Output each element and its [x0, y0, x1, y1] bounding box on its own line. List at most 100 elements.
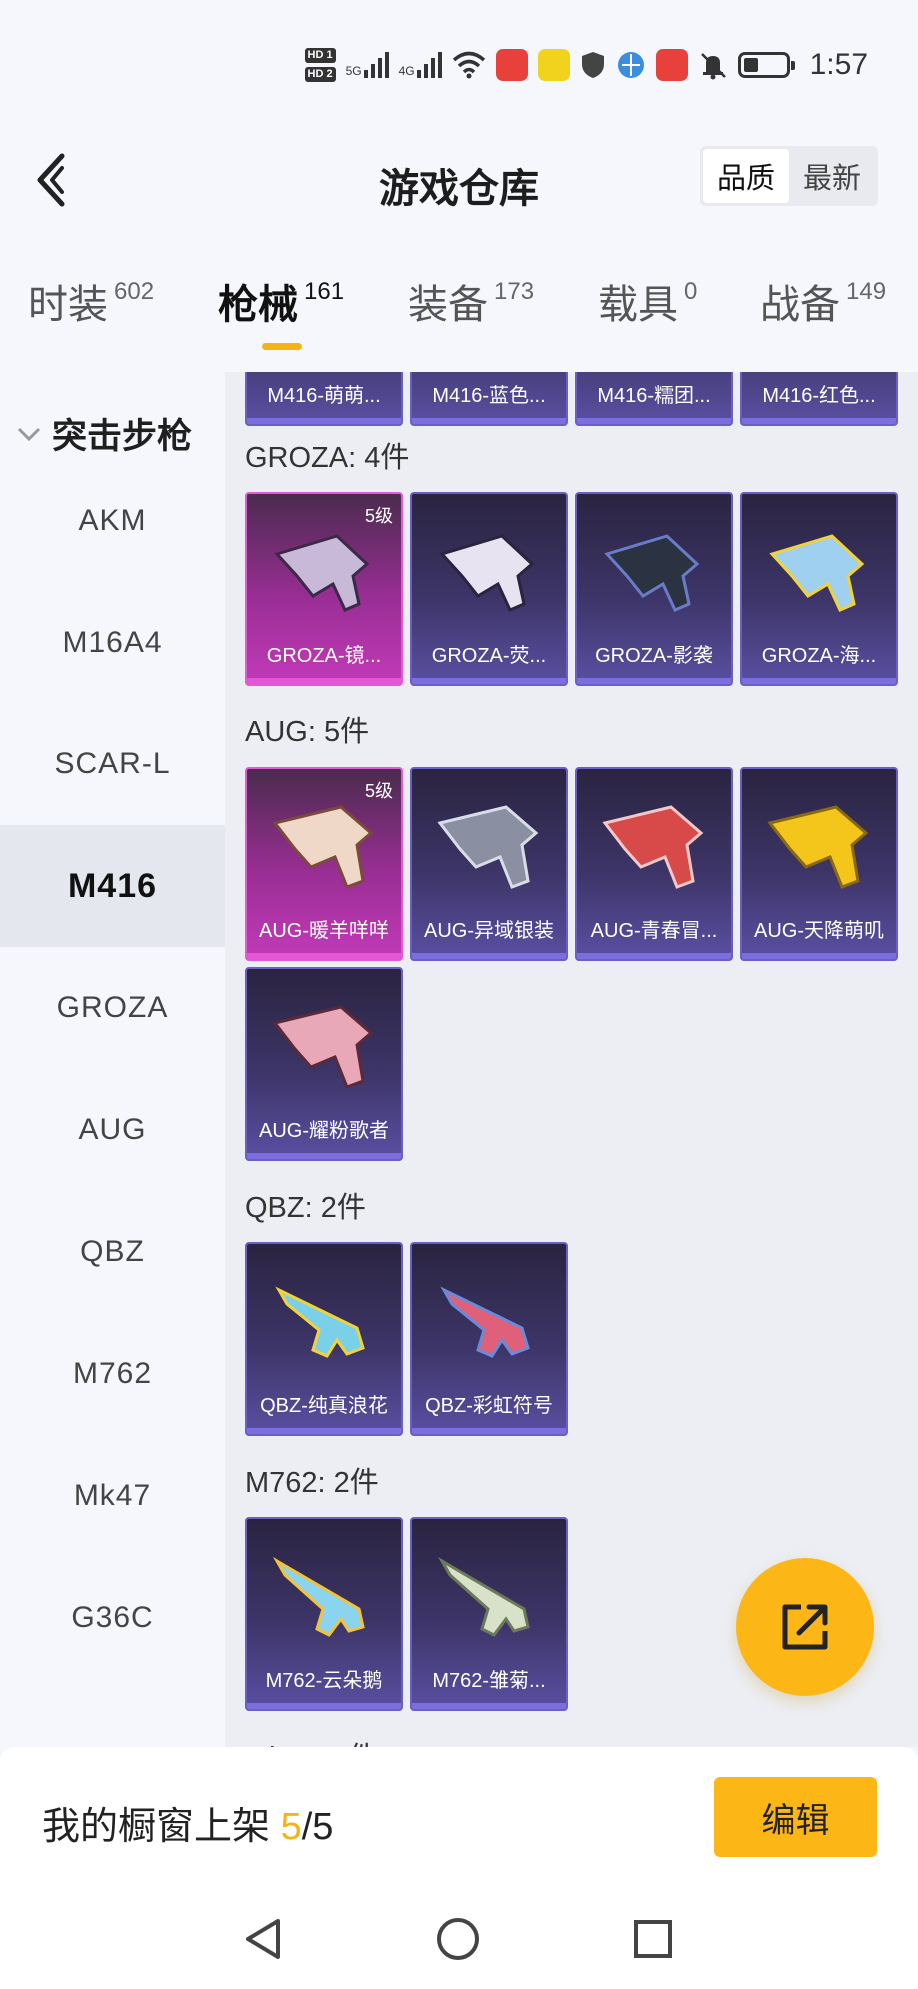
sidebar-item-akm[interactable]: AKM: [0, 460, 225, 582]
card-label: GROZA-镜...: [266, 645, 382, 667]
card-label: M416-红色...: [762, 385, 876, 407]
weapon-card[interactable]: AUG-天降萌叽: [740, 767, 898, 961]
tab-supplies[interactable]: 战备 149: [760, 278, 886, 330]
status-icons: HD 1 HD 2 5G 4G 1:57: [304, 38, 868, 92]
sidebar-item-m762[interactable]: M762: [0, 1313, 225, 1435]
weapon-card[interactable]: AUG-耀粉歌者: [245, 967, 403, 1161]
nav-recents-button[interactable]: [623, 1909, 683, 1969]
weapon-card[interactable]: M416-红色...: [740, 372, 898, 426]
rifle-icon: [272, 1005, 374, 1089]
app-notification-icon: [537, 49, 570, 81]
hd1-badge: HD 1: [304, 48, 336, 63]
tab-count: 0: [684, 278, 698, 305]
card-label: GROZA-影袭: [595, 645, 713, 667]
showcase-status: 我的橱窗上架 5/5: [42, 1795, 333, 1850]
weapon-card[interactable]: GROZA-影袭: [575, 492, 733, 686]
app-notification-icon: [655, 49, 688, 81]
tab-label: 载具: [598, 283, 678, 327]
header: 游戏仓库 品质 最新: [0, 120, 918, 240]
share-fab-button[interactable]: [736, 1558, 874, 1696]
weapon-card[interactable]: M416-萌萌...: [245, 372, 403, 426]
sidebar-item-aug[interactable]: AUG: [0, 1069, 225, 1191]
weapon-card[interactable]: M416-蓝色...: [410, 372, 568, 426]
rifle-icon: [602, 805, 704, 889]
showcase-bar: 我的橱窗上架 5/5 编辑: [0, 1747, 918, 1889]
tab-label: 枪械: [218, 283, 298, 327]
edit-button[interactable]: 编辑: [714, 1777, 877, 1857]
weapon-card[interactable]: AUG-异域银装: [410, 767, 568, 961]
status-bar: HD 1 HD 2 5G 4G 1:57: [0, 0, 918, 120]
home-circle-icon: [437, 1918, 479, 1960]
showcase-count: 5: [280, 1806, 302, 1848]
card-label: AUG-天降萌叽: [754, 920, 884, 942]
sidebar-item-g36c[interactable]: G36C: [0, 1557, 225, 1679]
sort-option-newest[interactable]: 最新: [789, 149, 875, 203]
weapon-card[interactable]: QBZ-纯真浪花: [245, 1242, 403, 1436]
weapon-card[interactable]: M762-雏菊...: [410, 1517, 568, 1711]
rifle-icon: [769, 534, 865, 612]
sidebar-item-mk47[interactable]: Mk47: [0, 1435, 225, 1557]
tab-vehicles[interactable]: 载具 0: [598, 278, 698, 330]
rifle-icon: [767, 805, 869, 889]
rifle-icon: [437, 805, 539, 889]
weapon-card[interactable]: 5级 AUG-暖羊咩咩: [245, 767, 403, 961]
weapon-card[interactable]: GROZA-海...: [740, 492, 898, 686]
rifle-icon: [604, 534, 700, 612]
battery-icon: [737, 52, 795, 78]
rifle-icon: [274, 534, 370, 612]
weapon-card[interactable]: M416-糯团...: [575, 372, 733, 426]
showcase-total: /5: [301, 1806, 334, 1848]
section-title-mk47: Mk47: 1件: [245, 1734, 377, 1747]
tab-count: 173: [494, 278, 535, 305]
card-label: AUG-暖羊咩咩: [259, 920, 389, 942]
weapon-card[interactable]: GROZA-荧...: [410, 492, 568, 686]
sidebar-item-groza[interactable]: GROZA: [0, 947, 225, 1069]
share-external-icon: [782, 1604, 828, 1650]
card-label: M416-蓝色...: [432, 385, 546, 407]
tab-weapons[interactable]: 枪械 161: [218, 278, 345, 330]
sort-option-quality[interactable]: 品质: [703, 149, 789, 203]
nav-back-button[interactable]: [232, 1909, 292, 1969]
sort-toggle: 品质 最新: [700, 146, 878, 206]
weapon-card[interactable]: AUG-青春冒...: [575, 767, 733, 961]
tab-count: 602: [114, 278, 155, 305]
back-triangle-icon: [246, 1919, 280, 1959]
sidebar-item-scar-l[interactable]: SCAR-L: [0, 703, 225, 825]
signal-bars-icon: [363, 52, 389, 78]
tab-label: 装备: [408, 283, 488, 327]
card-label: M762-雏菊...: [432, 1670, 546, 1692]
rifle-icon: [275, 1286, 365, 1358]
tab-costume[interactable]: 时装 602: [28, 278, 155, 330]
card-label: AUG-青春冒...: [590, 920, 718, 942]
rifle-icon: [440, 1286, 530, 1358]
card-label: QBZ-彩虹符号: [425, 1395, 553, 1417]
card-label: GROZA-海...: [761, 645, 877, 667]
nav-home-button[interactable]: [428, 1909, 488, 1969]
bell-muted-icon: [700, 53, 726, 80]
tab-equipment[interactable]: 装备 173: [408, 278, 535, 330]
tab-count: 161: [304, 278, 345, 305]
hd-indicators: HD 1 HD 2: [304, 48, 336, 82]
sidebar-item-m16a4[interactable]: M16A4: [0, 582, 225, 704]
card-label: M762-云朵鹅: [265, 1670, 383, 1692]
sidebar-item-qbz[interactable]: QBZ: [0, 1191, 225, 1313]
clock: 1:57: [809, 48, 868, 81]
hd2-badge: HD 2: [304, 67, 336, 82]
sidebar-group-assault-rifles[interactable]: 突击步枪: [16, 408, 192, 459]
signal-5g: 5G: [346, 52, 389, 78]
tab-label: 战备: [760, 283, 840, 327]
weapon-card[interactable]: QBZ-彩虹符号: [410, 1242, 568, 1436]
section-title-aug: AUG: 5件: [245, 716, 370, 748]
back-button[interactable]: [20, 144, 80, 216]
rifle-icon: [437, 1556, 530, 1637]
browser-icon: [617, 52, 644, 78]
weapon-card[interactable]: 5级 GROZA-镜...: [245, 492, 403, 686]
rifle-icon: [439, 534, 535, 612]
net2-label: 4G: [398, 64, 415, 78]
card-label: QBZ-纯真浪花: [260, 1395, 388, 1417]
recents-square-icon: [634, 1920, 672, 1958]
sidebar-item-m416[interactable]: M416: [0, 825, 225, 947]
section-title-qbz: QBZ: 2件: [245, 1192, 366, 1224]
chevron-left-icon: [37, 153, 65, 207]
weapon-card[interactable]: M762-云朵鹅: [245, 1517, 403, 1711]
